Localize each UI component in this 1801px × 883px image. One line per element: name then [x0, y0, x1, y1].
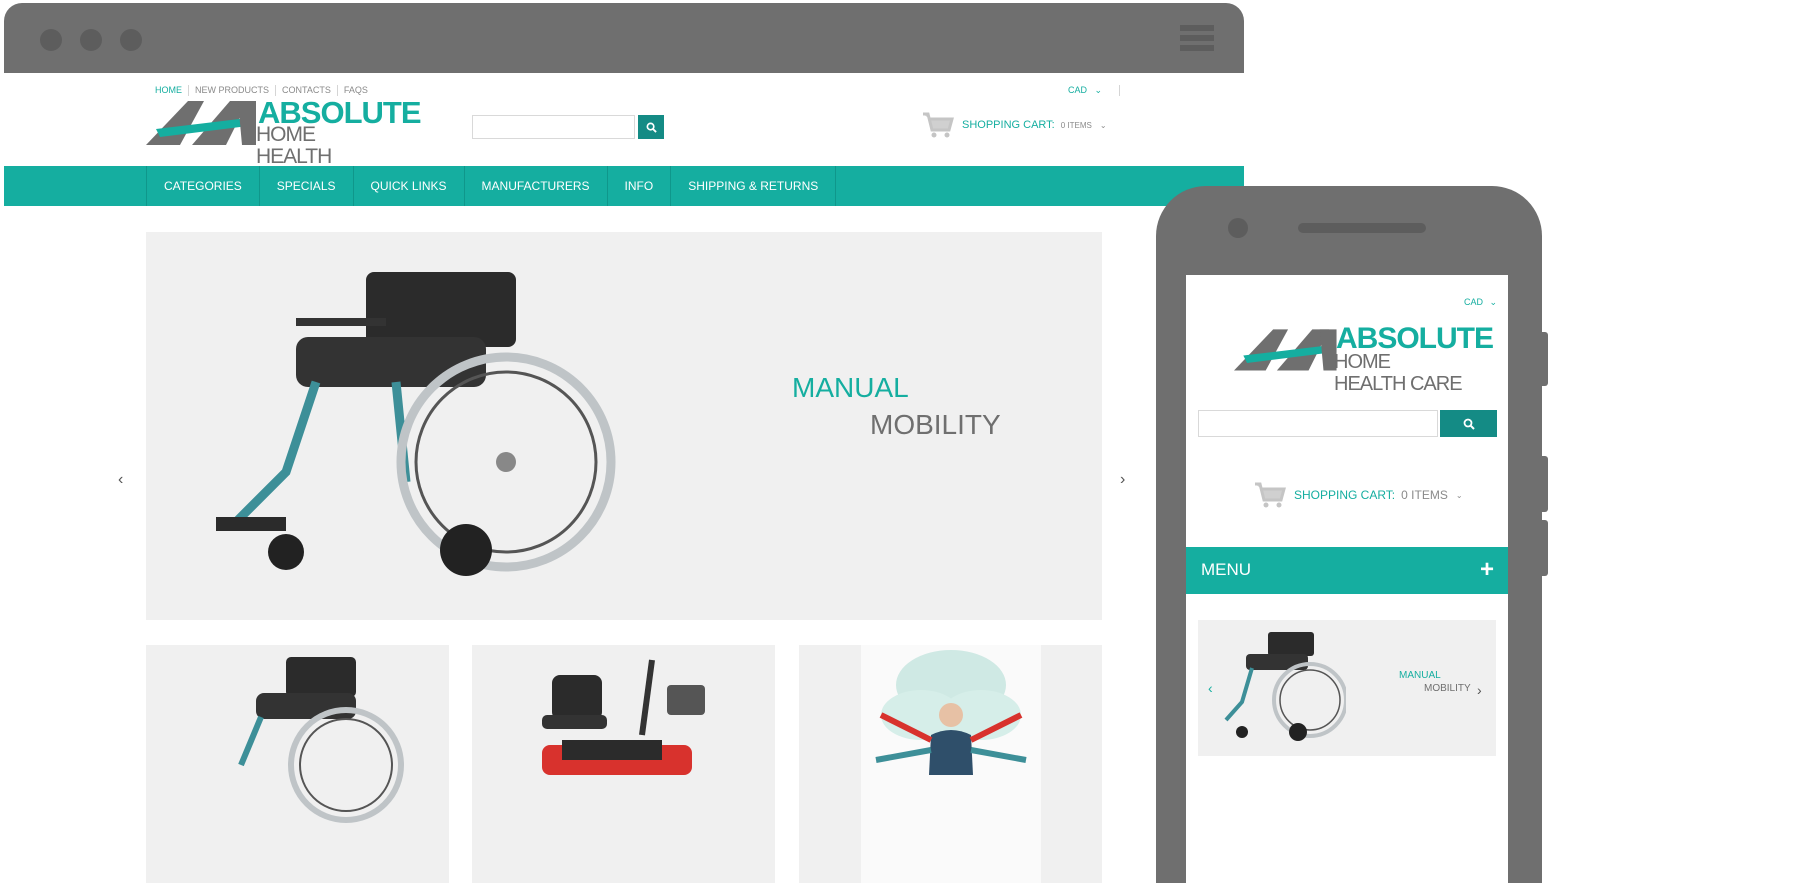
nav-specials[interactable]: SPECIALS	[260, 166, 354, 206]
window-dot-icon	[40, 29, 62, 51]
wheelchair-image	[1224, 632, 1346, 741]
mobile-cart-item-count: 0 ITEMS	[1401, 488, 1448, 502]
mobile-hero-title-line2: MOBILITY	[1424, 683, 1471, 694]
wheelchair-thumb-image	[238, 657, 404, 823]
phone-side-button	[1540, 332, 1548, 386]
phone-side-button	[1540, 520, 1548, 576]
search-icon	[646, 122, 657, 133]
currency-selector[interactable]: CAD ⌄	[1068, 85, 1120, 97]
browser-title-bar	[4, 3, 1244, 73]
product-banner-compression[interactable]	[799, 645, 1102, 883]
cart-icon	[923, 112, 954, 138]
search-button[interactable]	[638, 115, 664, 139]
phone-camera-icon	[1228, 218, 1248, 238]
mobile-shopping-cart[interactable]: SHOPPING CART: 0 ITEMS ⌄	[1254, 481, 1463, 509]
mobile-phone-mockup: CAD ⌄ ABSOLUTE HOME HEALTH CARE SHOPPING…	[1156, 186, 1548, 883]
chevron-down-icon: ⌄	[1099, 120, 1107, 130]
product-banner-wheelchair[interactable]	[146, 645, 449, 883]
mobile-hero-slider[interactable]: MANUAL MOBILITY ‹ ›	[1198, 620, 1496, 756]
product-banner-scooter[interactable]	[472, 645, 775, 883]
slider-prev-icon[interactable]: ‹	[118, 471, 123, 489]
nav-shipping-returns[interactable]: SHIPPING & RETURNS	[671, 166, 837, 206]
mobile-currency-selector[interactable]: CAD ⌄	[1464, 297, 1497, 308]
mobile-hero-title-line1: MANUAL	[1399, 670, 1441, 681]
main-nav: CATEGORIES SPECIALS QUICK LINKS MANUFACT…	[4, 166, 1244, 206]
mobile-menu-bar[interactable]: MENU +	[1186, 547, 1508, 594]
hamburger-icon	[1180, 25, 1214, 51]
screenshot-stage: HOME NEW PRODUCTS CONTACTS FAQS CAD ⌄ AB…	[0, 0, 1801, 883]
currency-label: CAD	[1068, 85, 1088, 95]
logo-mark-icon	[1234, 329, 1337, 371]
hero-title-line2: MOBILITY	[870, 409, 1001, 440]
desktop-site: HOME NEW PRODUCTS CONTACTS FAQS CAD ⌄ AB…	[4, 73, 1244, 883]
nav-categories[interactable]: CATEGORIES	[147, 166, 260, 206]
chevron-down-icon: ⌄	[1094, 85, 1103, 95]
mobile-logo-line2: HOME HEALTH CARE	[1334, 351, 1463, 395]
nav-manufacturers[interactable]: MANUFACTURERS	[465, 166, 608, 206]
site-logo[interactable]: ABSOLUTE HOME HEALTH CARE	[146, 97, 421, 190]
window-dot-icon	[80, 29, 102, 51]
desktop-browser-mockup: HOME NEW PRODUCTS CONTACTS FAQS CAD ⌄ AB…	[4, 3, 1244, 883]
mobile-search-input[interactable]	[1198, 410, 1438, 437]
yoga-woman-thumb-image	[875, 650, 1027, 775]
mobile-site-logo[interactable]: ABSOLUTE HOME HEALTH CARE	[1234, 323, 1494, 395]
mobile-cart-label: SHOPPING CART:	[1294, 488, 1396, 502]
nav-info[interactable]: INFO	[608, 166, 672, 206]
search-icon	[1463, 418, 1475, 430]
phone-side-button	[1540, 456, 1548, 512]
hero-slider[interactable]: MANUAL MOBILITY	[146, 232, 1102, 620]
mobile-menu-label: MENU	[1201, 560, 1252, 579]
scooter-thumb-image	[542, 659, 705, 775]
shopping-cart[interactable]: SHOPPING CART: 0 ITEMS ⌄	[922, 111, 1107, 139]
cart-item-count: 0 ITEMS	[1060, 120, 1092, 130]
logo-mark-icon	[146, 101, 256, 145]
phone-speaker-icon	[1298, 223, 1426, 233]
cart-icon	[1255, 482, 1286, 508]
chevron-down-icon: ⌄	[1455, 490, 1463, 500]
mobile-search-button[interactable]	[1440, 410, 1497, 437]
slider-next-icon[interactable]: ›	[1477, 682, 1482, 698]
wheelchair-image	[216, 272, 616, 576]
cart-label: SHOPPING CART:	[962, 119, 1055, 131]
hero-title-line1: MANUAL	[792, 372, 909, 403]
window-dot-icon	[120, 29, 142, 51]
plus-icon[interactable]: +	[1480, 556, 1494, 584]
chevron-down-icon: ⌄	[1489, 297, 1498, 307]
slider-prev-icon[interactable]: ‹	[1208, 680, 1213, 696]
top-nav-home[interactable]: HOME	[155, 85, 188, 96]
mobile-currency-label: CAD	[1464, 297, 1484, 307]
slider-next-icon[interactable]: ›	[1120, 471, 1125, 489]
search-input[interactable]	[472, 115, 635, 139]
mobile-site: CAD ⌄ ABSOLUTE HOME HEALTH CARE SHOPPING…	[1186, 275, 1508, 883]
nav-quick-links[interactable]: QUICK LINKS	[354, 166, 465, 206]
